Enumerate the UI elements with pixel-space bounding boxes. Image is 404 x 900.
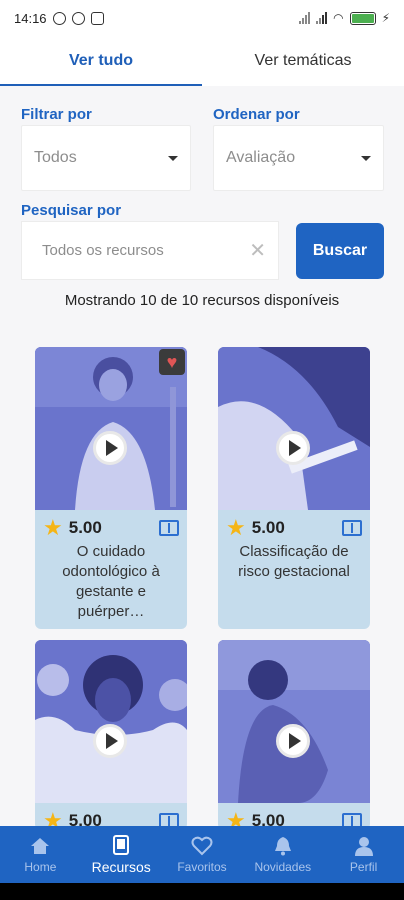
nav-label: Perfil — [349, 859, 378, 874]
card-title: Classificação de risco gestacional — [238, 543, 350, 580]
nav-label: Home — [24, 859, 57, 874]
order-label: Ordenar por — [213, 106, 300, 123]
nav-home[interactable]: Home — [0, 826, 81, 883]
dropdown-caret-icon — [168, 155, 178, 161]
clear-icon[interactable]: ✕ — [249, 238, 266, 263]
card-meta: ★ 5.00 — [35, 510, 187, 540]
nav-favoritos[interactable]: Favoritos — [162, 826, 243, 883]
signal-icon — [299, 12, 311, 24]
tab-label: Ver temáticas — [254, 52, 352, 69]
star-icon: ★ — [226, 514, 246, 540]
filter-label: Filtrar por — [21, 106, 92, 123]
nav-label: Recursos — [91, 858, 151, 875]
search-input[interactable]: Todos os recursos ✕ — [21, 221, 279, 280]
alarm-icon — [52, 11, 66, 25]
nav-label: Favoritos — [177, 859, 227, 874]
card-meta: ★ 5.00 — [218, 510, 370, 540]
play-icon[interactable] — [276, 431, 310, 465]
search-placeholder: Todos os recursos — [42, 242, 164, 259]
tab-ver-tematicas[interactable]: Ver temáticas — [202, 36, 404, 86]
resource-card[interactable]: ★ 5.00 — [35, 640, 187, 830]
search-label: Pesquisar por — [21, 202, 122, 219]
book-icon — [159, 519, 179, 536]
tablet-icon — [110, 834, 132, 855]
nav-label: Novidades — [254, 859, 312, 874]
card-thumbnail — [218, 640, 370, 803]
nav-perfil[interactable]: Perfil — [323, 826, 404, 883]
resource-card[interactable]: ★ 5.00 — [218, 640, 370, 830]
play-icon[interactable] — [93, 431, 127, 465]
dropdown-caret-icon — [361, 155, 371, 161]
card-rating: 5.00 — [251, 517, 285, 537]
play-icon[interactable] — [276, 724, 310, 758]
card-thumbnail — [35, 640, 187, 803]
resource-card[interactable]: ♥ ★ 5.00 O cuidado odontológico à gestan… — [35, 347, 187, 629]
charging-icon: ⚡ — [381, 11, 390, 25]
whatsapp-icon — [71, 11, 85, 25]
status-time: 14:16 — [14, 10, 47, 26]
star-icon: ★ — [43, 514, 63, 540]
card-thumbnail: ♥ — [35, 347, 187, 510]
signal-icon-2 — [316, 12, 328, 24]
battery-icon — [349, 11, 376, 25]
system-navigation-bar — [0, 883, 404, 900]
card-thumbnail — [218, 347, 370, 510]
home-icon — [29, 836, 51, 856]
status-bar: 14:16 ◠ ⚡ — [0, 0, 404, 36]
shield-icon — [90, 11, 104, 25]
tab-bar: Ver tudo Ver temáticas — [0, 36, 404, 86]
tab-ver-tudo[interactable]: Ver tudo — [0, 36, 202, 86]
play-icon[interactable] — [93, 724, 127, 758]
results-count: Mostrando 10 de 10 recursos disponíveis — [64, 292, 340, 309]
tab-label: Ver tudo — [68, 52, 133, 69]
bottom-navigation: Home Recursos Favoritos Novidades Perfil — [0, 826, 404, 883]
nav-recursos[interactable]: Recursos — [81, 826, 162, 883]
person-icon — [353, 836, 375, 856]
filter-select[interactable]: Todos — [21, 125, 191, 191]
filter-value: Todos — [34, 149, 77, 166]
card-rating: 5.00 — [68, 517, 102, 537]
order-select[interactable]: Avaliação — [213, 125, 384, 191]
order-value: Avaliação — [226, 149, 296, 166]
document-icon — [342, 519, 362, 536]
resource-card[interactable]: ★ 5.00 Classificação de risco gestaciona… — [218, 347, 370, 629]
wifi-icon: ◠ — [333, 11, 344, 25]
heart-icon — [191, 836, 213, 856]
nav-novidades[interactable]: Novidades — [242, 826, 323, 883]
card-title: O cuidado odontológico à gestante e puér… — [62, 543, 160, 620]
bell-icon — [272, 836, 294, 856]
heart-icon[interactable]: ♥ — [159, 349, 185, 375]
search-button[interactable]: Buscar — [296, 223, 384, 279]
